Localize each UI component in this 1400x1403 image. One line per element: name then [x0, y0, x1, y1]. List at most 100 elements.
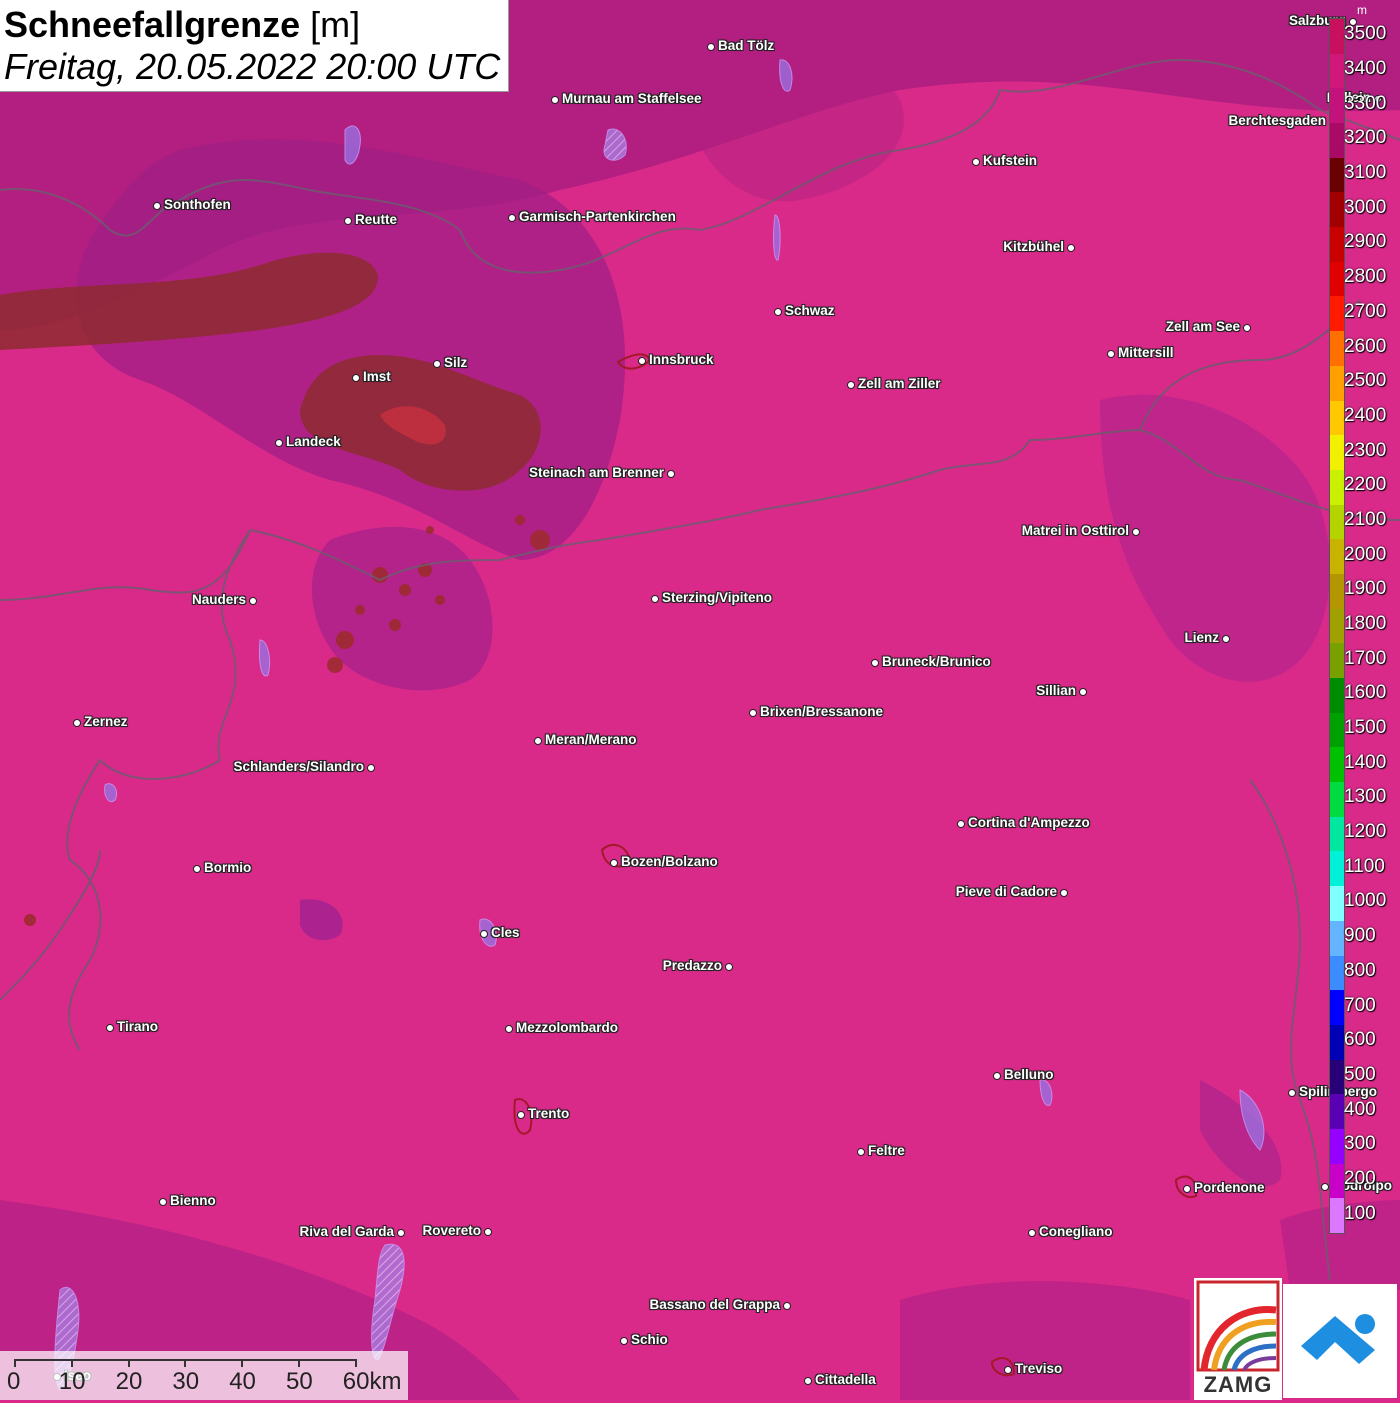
color-legend [1329, 18, 1345, 1234]
city-label: Trento [528, 1106, 570, 1121]
city-dot-icon [620, 1337, 628, 1345]
city-dot-icon [957, 820, 965, 828]
legend-label: 1100 [1344, 855, 1385, 877]
city-label: Murnau am Staffelsee [562, 91, 702, 106]
legend-label: 1400 [1344, 751, 1387, 773]
city-dot-icon [534, 737, 542, 745]
city-dot-icon [505, 1025, 513, 1033]
city-dot-icon [871, 659, 879, 667]
city-label: Bad Tölz [718, 38, 775, 53]
legend-label: 300 [1344, 1133, 1376, 1155]
legend-label: 700 [1344, 994, 1376, 1016]
legend-swatch [1330, 1059, 1344, 1095]
scale-tick [298, 1359, 300, 1367]
legend-swatch [1330, 157, 1344, 193]
legend-swatch [1330, 1024, 1344, 1061]
city-label: Schio [631, 1332, 668, 1347]
city-label: Mittersill [1118, 345, 1174, 360]
scale-label: 30 [172, 1368, 200, 1395]
legend-label: 2700 [1344, 300, 1387, 322]
legend-swatch [1330, 53, 1344, 89]
city-label: Belluno [1004, 1067, 1054, 1082]
city-label: Zell am See [1165, 319, 1240, 334]
city-label: Garmisch-Partenkirchen [519, 209, 676, 224]
map-title-unit: [m] [310, 4, 361, 45]
legend-label: 1800 [1344, 613, 1387, 634]
legend-label: 1300 [1344, 786, 1387, 808]
legend-label: 600 [1344, 1029, 1376, 1051]
legend-unit: m [1357, 3, 1367, 17]
scale-tick [241, 1359, 244, 1367]
legend-swatch [1330, 539, 1344, 575]
legend-label: 3500 [1344, 23, 1387, 45]
legend-label: 2400 [1344, 404, 1387, 426]
city-label: Mezzolombardo [516, 1020, 619, 1035]
city-label: Berchtesgaden [1228, 113, 1326, 128]
ubimet-logo[interactable] [1283, 1284, 1397, 1398]
city-dot-icon [1321, 1183, 1329, 1191]
city-dot-icon [1060, 889, 1068, 897]
city-dot-icon [1132, 528, 1140, 536]
city-dot-icon [1107, 350, 1115, 358]
city-dot-icon [857, 1148, 865, 1156]
city-label: Sonthofen [164, 197, 231, 212]
city-label: Kitzbühel [1003, 239, 1064, 254]
city-label: Bormio [204, 860, 252, 875]
city-label: Cortina d'Ampezzo [968, 815, 1090, 830]
legend-swatch [1330, 469, 1344, 506]
legend-swatch [1330, 816, 1344, 852]
city-label: Pordenone [1194, 1180, 1265, 1195]
scale-label: 60km [342, 1368, 402, 1395]
zamg-rainbow-icon [1196, 1280, 1280, 1372]
city-label: Tirano [117, 1019, 159, 1034]
scale-label: 10 [58, 1368, 86, 1395]
legend-label: 2100 [1344, 508, 1387, 530]
title-box: Schneefallgrenze [m] Freitag, 20.05.2022… [0, 0, 509, 92]
city-dot-icon [367, 764, 375, 772]
city-label: Treviso [1015, 1361, 1063, 1376]
city-label: Bienno [170, 1193, 216, 1208]
city-dot-icon [1243, 324, 1251, 332]
city-dot-icon [397, 1229, 405, 1237]
city-label: Bassano del Grappa [649, 1297, 780, 1312]
city-label: Bozen/Bolzano [621, 854, 718, 869]
legend-label: 2300 [1344, 439, 1387, 461]
city-dot-icon [433, 360, 441, 368]
city-label: Innsbruck [649, 352, 714, 367]
legend-swatch [1330, 1128, 1344, 1165]
legend-swatch [1330, 365, 1344, 402]
legend-label: 3400 [1344, 58, 1387, 80]
legend-label: 100 [1344, 1202, 1376, 1224]
legend-label: 2500 [1344, 370, 1387, 392]
city-label: Bruneck/Brunico [882, 654, 991, 669]
city-dot-icon [638, 357, 646, 365]
legend-label: 2800 [1344, 266, 1387, 288]
city-label: Reutte [355, 212, 398, 227]
city-label: Schlanders/Silandro [233, 759, 364, 774]
city-dot-icon [1288, 1089, 1296, 1097]
legend-label: 1500 [1344, 717, 1387, 739]
city-label: Pieve di Cadore [955, 884, 1057, 899]
legend-swatch [1330, 990, 1344, 1026]
legend-swatch [1330, 504, 1344, 540]
legend-swatch [1330, 573, 1344, 610]
scale-tick [14, 1359, 16, 1367]
city-dot-icon [1004, 1366, 1012, 1374]
scale-tick [354, 1359, 357, 1367]
city-label: Meran/Merano [545, 732, 637, 747]
legend-label: 1000 [1344, 890, 1387, 912]
zamg-logo[interactable]: ZAMG [1194, 1278, 1282, 1400]
city-dot-icon [517, 1111, 525, 1119]
city-dot-icon [508, 214, 516, 222]
legend-swatch [1330, 400, 1344, 436]
legend-swatch [1330, 678, 1344, 714]
city-dot-icon [667, 470, 675, 478]
city-label: Zell am Ziller [858, 376, 941, 391]
legend-swatch [1330, 331, 1344, 367]
map-datetime: Freitag, 20.05.2022 20:00 UTC [4, 46, 501, 87]
legend-label: 2000 [1344, 543, 1387, 565]
city-dot-icon [725, 963, 733, 971]
city-dot-icon [1183, 1185, 1191, 1193]
city-label: Lienz [1184, 630, 1219, 645]
city-label: Nauders [191, 592, 246, 607]
